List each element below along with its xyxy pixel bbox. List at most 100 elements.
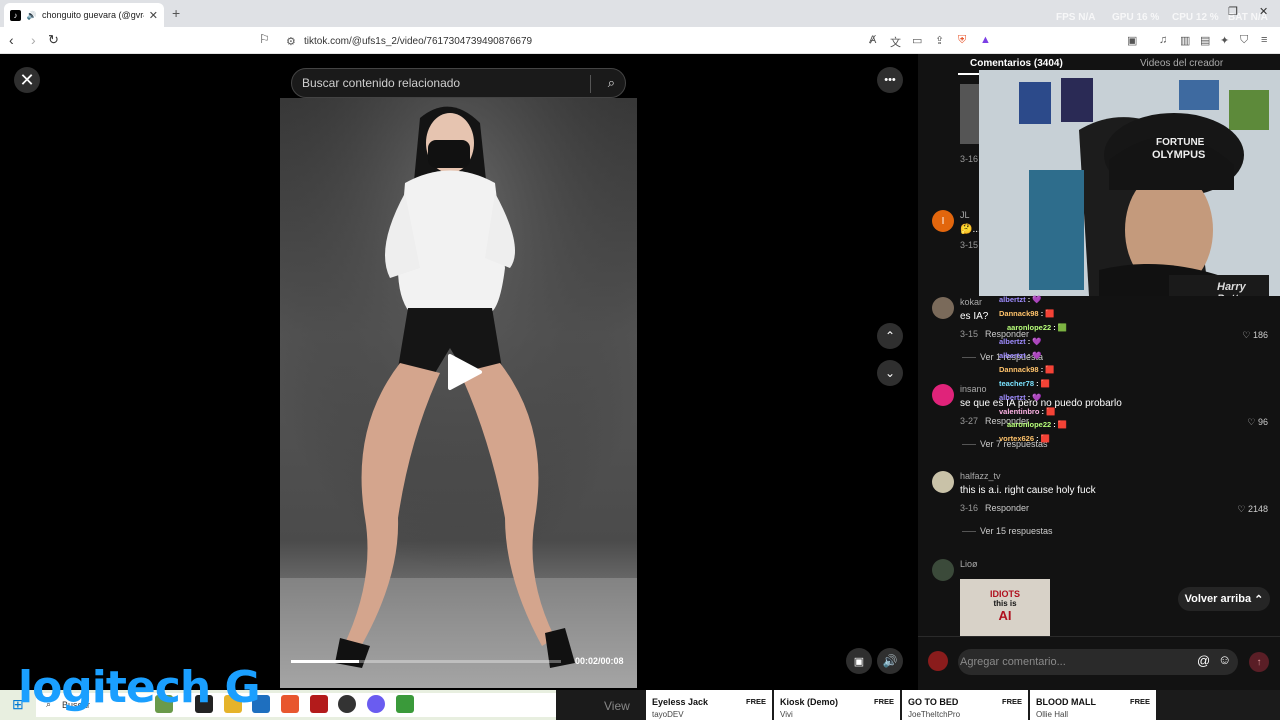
comment-item: kokar es IA? 3-15 Responder ♡ 186 Ver 1 … [930,297,1270,377]
volume-icon[interactable]: 🔊 [877,648,903,674]
panel-icon[interactable]: ▥ [1180,34,1190,47]
avatar[interactable]: I [932,210,954,232]
close-window-icon[interactable]: ✕ [1259,5,1268,18]
send-icon[interactable]: ↑ [1249,652,1269,672]
comment-username[interactable]: insano [960,384,987,394]
back-to-top-button[interactable]: Volver arriba ⌃ [1178,587,1270,611]
store-game-card[interactable]: BLOOD MALL Ollie Hall FREE [1030,690,1156,720]
game-title: Eyeless Jack [652,697,709,707]
search-divider [590,75,591,93]
ai-icon[interactable]: ✦ [1220,34,1229,47]
site-info-icon[interactable]: ⚙ [286,35,296,48]
menu-icon[interactable]: ≡ [1261,34,1267,46]
back-to-top-label: Volver arriba [1184,593,1252,605]
reload-icon[interactable]: ↻ [48,32,59,48]
fps-label: FPS N/A [1056,12,1096,23]
avatar[interactable] [932,559,954,581]
related-search-input[interactable]: Buscar contenido relacionado ⌕ [291,68,626,98]
video-progress-bar[interactable] [291,660,561,663]
add-comment-placeholder: Agregar comentario... [960,656,1066,668]
chat-message: valentinbro : 🟥 [999,407,1056,416]
cpu-label: CPU 12 % [1172,12,1219,23]
mention-icon[interactable]: @ [1197,653,1210,668]
brave-icon[interactable] [281,695,299,713]
tab-creator-videos[interactable]: Videos del creador [1140,58,1223,69]
back-icon[interactable]: ‹ [9,32,14,48]
comment-username[interactable]: JL [960,210,970,220]
like-count[interactable]: ♡ 96 [1247,417,1268,428]
emoji-icon[interactable]: ☺ [1218,652,1231,667]
brave-shield-icon[interactable]: ⛨ [958,34,966,47]
discord-icon[interactable] [367,695,385,713]
media-icon[interactable]: ♫ [1159,34,1167,46]
sidebar-icon[interactable]: ▣ [1127,34,1137,47]
user-avatar[interactable] [928,651,948,671]
browser-tab[interactable]: ♪ 🔊 chonguito guevara (@gvr4.m ✕ [4,3,164,27]
speaker-icon: 🔊 [26,10,37,20]
translate-off-icon[interactable]: Ⱥ [869,34,876,46]
chat-message: vortex626 : 🟥 [999,434,1051,443]
forward-icon[interactable]: › [31,32,36,48]
translate-icon[interactable]: 文 [890,34,901,50]
comment-item: halfazz_tv this is a.i. right cause holy… [930,471,1270,551]
tiktok-icon: ♪ [10,9,21,21]
cap-text: OLYMPUS [1152,149,1206,161]
next-video-button[interactable]: ⌄ [877,360,903,386]
more-options-button[interactable]: ••• [877,67,903,93]
comment-image[interactable]: IDIOTS this is AI [960,579,1050,639]
chat-message: albertzt : 💜 [999,393,1042,402]
play-icon[interactable] [444,352,484,392]
chat-message: Dannack98 : 🟥 [999,309,1055,318]
restore-window-icon[interactable]: ❐ [1228,5,1238,18]
image-text: AI [998,608,1012,623]
store-game-card[interactable]: Eyeless Jack tayoDEV FREE [646,690,772,720]
brave-rewards-icon[interactable]: ▲ [980,34,991,46]
store-game-card[interactable]: Kiosk (Demo) Vivi FREE [774,690,900,720]
add-comment-input[interactable]: Agregar comentario... [958,649,1238,675]
browser-tab-strip: ♪ 🔊 chonguito guevara (@gvr4.m ✕ + FPS N… [0,0,1280,27]
cast-icon[interactable]: ▭ [912,34,922,47]
chat-message: albertzt : 💜 [999,351,1042,360]
cap-text: FORTUNE [1156,137,1205,148]
wallet-icon[interactable]: ▤ [1200,34,1210,47]
game-title: GO TO BED [908,697,959,707]
avatar[interactable] [932,471,954,493]
vpn-icon[interactable]: ⛉ [1240,34,1248,47]
comment-date: 3-27 [960,416,979,426]
chat-message: albertzt : 💜 [999,295,1042,304]
video-progress-fill [291,660,359,663]
close-video-button[interactable]: ✕ [14,67,40,93]
taskbar-app-icon[interactable] [310,695,328,713]
like-count[interactable]: ♡ 186 [1242,330,1268,341]
game-price: FREE [1129,697,1150,706]
pip-icon[interactable]: ▣ [846,648,872,674]
new-tab-button[interactable]: + [172,5,180,21]
minecraft-icon[interactable] [396,695,414,713]
previous-video-button[interactable]: ⌃ [877,323,903,349]
reply-button[interactable]: Responder [985,503,1029,513]
comment-date: 3-16 [960,503,979,513]
like-count[interactable]: ♡ 2148 [1237,504,1268,515]
avatar[interactable] [932,384,954,406]
game-developer: tayoDEV [652,710,684,719]
search-icon[interactable]: ⌕ [608,75,615,91]
bookmark-icon[interactable]: ⚐ [259,32,270,46]
tab-comments[interactable]: Comentarios (3404) [970,58,1063,69]
chat-message: albertzt : 💜 [999,337,1042,346]
logitech-logo: logitech G [18,662,261,713]
comment-username[interactable]: halfazz_tv [960,471,1001,481]
game-developer: JoeTheItchPro [908,710,961,719]
video-player[interactable] [280,98,637,688]
chat-message: aaronlope22 : 🟥 [1007,420,1068,429]
tab-close-button[interactable]: ✕ [149,9,158,22]
avatar[interactable] [932,297,954,319]
share-icon[interactable]: ⇪ [935,34,944,47]
view-replies-button[interactable]: Ver 15 respuestas [962,526,1053,536]
store-game-card[interactable]: GO TO BED JoeTheItchPro FREE [902,690,1028,720]
game-price: FREE [873,697,894,706]
game-price: FREE [745,697,766,706]
comment-username[interactable]: Lioø [960,559,978,569]
poster-text: Harry Potter [1217,281,1249,296]
obs-icon[interactable] [338,695,356,713]
comment-username[interactable]: kokar [960,297,982,307]
